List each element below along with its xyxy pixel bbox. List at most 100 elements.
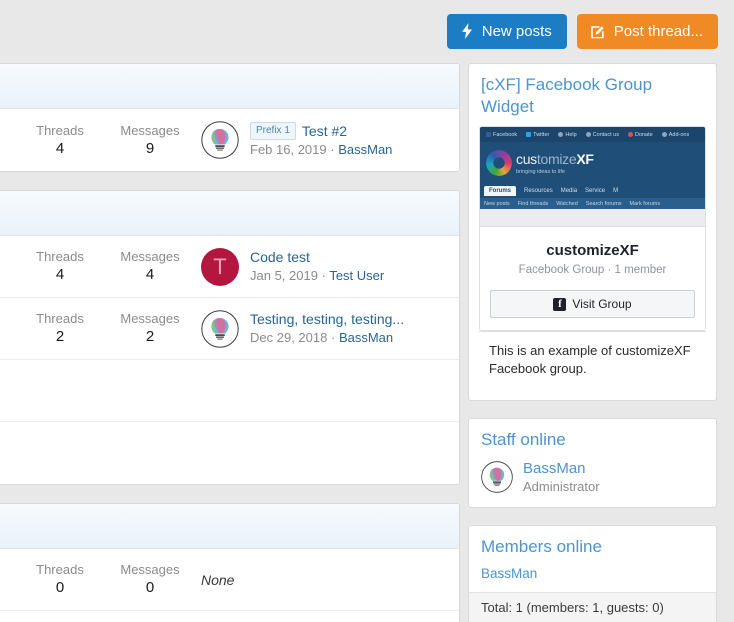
- group-banner-image: Facebook Twitter Help Contact us Donate …: [480, 127, 705, 209]
- threads-value: 4: [15, 265, 105, 285]
- banner-topbar-item: Help: [558, 132, 576, 138]
- latest-post: None: [195, 572, 459, 588]
- messages-label: Messages: [105, 561, 195, 578]
- node-category-block: Threads 4 Messages 9: [0, 63, 460, 172]
- threads-label: Threads: [15, 561, 105, 578]
- action-button-bar: New posts Post thread...: [0, 0, 734, 63]
- latest-title-line: Prefix 1 Test #2: [250, 122, 392, 141]
- messages-value: 9: [105, 139, 195, 159]
- node-row[interactable]: Threads 4 Messages 9: [0, 109, 459, 171]
- forum-page: New posts Post thread... Threads 4: [0, 0, 734, 622]
- new-posts-label: New posts: [482, 24, 552, 39]
- node-stats: Threads 0 Messages 0: [15, 561, 195, 598]
- meta-separator: ·: [330, 142, 334, 157]
- facebook-card-body: customizeXF Facebook Group · 1 member f …: [480, 227, 705, 330]
- category-header: [0, 504, 459, 549]
- latest-author-link[interactable]: BassMan: [339, 330, 393, 345]
- latest-post: T Code test Jan 5, 2019 · Test User: [195, 248, 459, 286]
- latest-none-label: None: [201, 572, 234, 588]
- banner-subnav-item: Mark forums: [630, 201, 661, 207]
- banner-topbar-item: Facebook: [486, 132, 517, 138]
- latest-title-line: Code test: [250, 248, 384, 267]
- widget-title: [cXF] Facebook Group Widget: [469, 64, 716, 126]
- messages-stat: Messages 4: [105, 248, 195, 285]
- threads-stat: Threads 4: [15, 248, 105, 285]
- members-online-total: Total: 1 (members: 1, guests: 0): [469, 592, 716, 622]
- banner-grey-strip: [480, 209, 705, 227]
- latest-meta: Feb 16, 2019 · BassMan: [250, 142, 392, 157]
- widget-description: This is an example of customizeXF Facebo…: [479, 331, 706, 390]
- staff-online-widget: Staff online BassMan: [468, 418, 717, 508]
- banner-nav-item: Media: [561, 188, 577, 194]
- customizexf-swirl-logo: [486, 150, 512, 176]
- thread-prefix-badge[interactable]: Prefix 1: [250, 122, 296, 140]
- category-header: [0, 64, 459, 109]
- group-subtitle: Facebook Group · 1 member: [490, 262, 695, 279]
- new-posts-button[interactable]: New posts: [447, 14, 567, 49]
- avatar[interactable]: [201, 121, 239, 159]
- node-row[interactable]: Threads 4 Messages 4 T Code test: [0, 236, 459, 298]
- messages-stat: Messages 0: [105, 561, 195, 598]
- sidebar: [cXF] Facebook Group Widget Facebook Twi…: [468, 63, 717, 622]
- messages-label: Messages: [105, 310, 195, 327]
- banner-logo-area: customizeXF bringing ideas to life: [480, 142, 705, 184]
- threads-value: 4: [15, 139, 105, 159]
- staff-member-link[interactable]: BassMan: [523, 459, 600, 478]
- latest-post-text: Code test Jan 5, 2019 · Test User: [250, 248, 384, 285]
- node-row[interactable]: Threads 0 Messages 0 None: [0, 549, 459, 611]
- threads-value: 0: [15, 578, 105, 598]
- latest-date: Jan 5, 2019: [250, 268, 318, 283]
- staff-online-title: Staff online: [469, 419, 716, 459]
- latest-thread-link[interactable]: Testing, testing, testing...: [250, 310, 404, 329]
- meta-separator: ·: [331, 330, 335, 345]
- latest-post-text: Prefix 1 Test #2 Feb 16, 2019 · BassMan: [250, 122, 392, 159]
- banner-tagline: bringing ideas to life: [516, 169, 594, 176]
- latest-meta: Dec 29, 2018 · BassMan: [250, 330, 393, 345]
- banner-subnav-item: New posts: [484, 201, 510, 207]
- node-row[interactable]: [0, 422, 459, 484]
- node-list: Threads 4 Messages 9: [0, 63, 460, 622]
- banner-subnav: New posts Find threads Watched Search fo…: [480, 198, 705, 209]
- banner-topbar-item: Twitter: [526, 132, 549, 138]
- threads-stat: Threads 4: [15, 122, 105, 159]
- latest-author-link[interactable]: BassMan: [338, 142, 392, 157]
- avatar[interactable]: [201, 310, 239, 348]
- staff-online-item[interactable]: BassMan Administrator: [469, 459, 716, 507]
- latest-title-line: Testing, testing, testing...: [250, 310, 404, 329]
- latest-thread-link[interactable]: Test #2: [302, 122, 347, 141]
- messages-stat: Messages 9: [105, 122, 195, 159]
- avatar[interactable]: [481, 461, 513, 493]
- threads-label: Threads: [15, 122, 105, 139]
- node-row[interactable]: Threads Messages None: [0, 611, 459, 622]
- threads-stat: Threads 2: [15, 310, 105, 347]
- latest-post: Prefix 1 Test #2 Feb 16, 2019 · BassMan: [195, 121, 459, 159]
- messages-stat: Messages 2: [105, 310, 195, 347]
- post-thread-label: Post thread...: [614, 24, 703, 39]
- node-row[interactable]: Threads 2 Messages 2: [0, 298, 459, 360]
- member-online-link[interactable]: BassMan: [469, 566, 716, 592]
- facebook-group-widget: [cXF] Facebook Group Widget Facebook Twi…: [468, 63, 717, 401]
- visit-group-button[interactable]: f Visit Group: [490, 290, 695, 318]
- node-row[interactable]: [0, 360, 459, 422]
- threads-stat: Threads 0: [15, 561, 105, 598]
- visit-group-label: Visit Group: [572, 297, 631, 311]
- latest-author-link[interactable]: Test User: [329, 268, 384, 283]
- threads-value: 2: [15, 327, 105, 347]
- messages-label: Messages: [105, 122, 195, 139]
- avatar[interactable]: T: [201, 248, 239, 286]
- staff-online-text: BassMan Administrator: [523, 459, 600, 495]
- messages-value: 0: [105, 578, 195, 598]
- banner-topbar-item: Donate: [628, 132, 653, 138]
- latest-meta: Jan 5, 2019 · Test User: [250, 268, 384, 283]
- latest-date: Dec 29, 2018: [250, 330, 327, 345]
- group-name: customizeXF: [490, 241, 695, 260]
- banner-subnav-item: Watched: [556, 201, 578, 207]
- pencil-square-icon: [590, 23, 606, 39]
- messages-value: 2: [105, 327, 195, 347]
- post-thread-button[interactable]: Post thread...: [577, 14, 718, 49]
- banner-nav-item: Resources: [524, 188, 553, 194]
- threads-label: Threads: [15, 310, 105, 327]
- latest-thread-link[interactable]: Code test: [250, 248, 310, 267]
- facebook-f-icon: f: [553, 298, 566, 311]
- messages-label: Messages: [105, 248, 195, 265]
